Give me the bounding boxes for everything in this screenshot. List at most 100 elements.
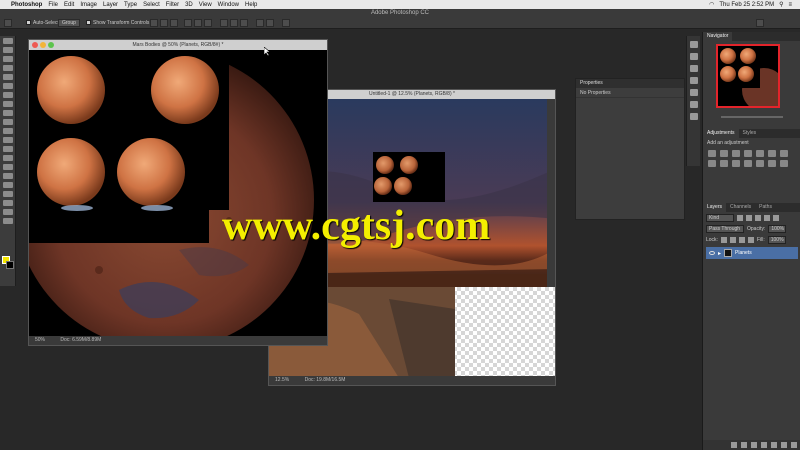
tab-paths[interactable]: Paths	[755, 203, 776, 212]
minimize-window-icon[interactable]	[40, 42, 46, 48]
menu-help[interactable]: Help	[245, 2, 257, 8]
auto-select-checkbox[interactable]	[26, 20, 31, 25]
auto-align-icon[interactable]	[282, 19, 290, 27]
history-brush-tool[interactable]	[3, 119, 13, 125]
navigator-view-box[interactable]	[716, 44, 780, 108]
add-mask-icon[interactable]	[751, 442, 757, 448]
link-layers-icon[interactable]	[731, 442, 737, 448]
workspace-icon[interactable]	[756, 19, 764, 27]
lock-image-icon[interactable]	[729, 237, 736, 243]
rectangle-tool[interactable]	[3, 191, 13, 197]
lock-transparent-icon[interactable]	[720, 237, 727, 243]
history-panel-icon[interactable]	[690, 41, 698, 48]
doc1-titlebar[interactable]: Mars Bodies @ 50% (Planets, RGB/8#) *	[29, 40, 327, 50]
menu-type[interactable]: Type	[124, 2, 137, 8]
brush-panel-icon[interactable]	[690, 77, 698, 84]
actions-panel-icon[interactable]	[690, 53, 698, 60]
trash-icon[interactable]	[791, 442, 797, 448]
edit-toolbar-tool[interactable]	[3, 218, 13, 224]
lasso-tool[interactable]	[3, 56, 13, 62]
pen-tool[interactable]	[3, 164, 13, 170]
menu-image[interactable]: Image	[80, 2, 97, 8]
align-middle-icon[interactable]	[160, 19, 168, 27]
align-top-icon[interactable]	[150, 19, 158, 27]
distribute-center-icon[interactable]	[266, 19, 274, 27]
doc2-zoom-level[interactable]: 12.5%	[275, 377, 289, 383]
marquee-tool[interactable]	[3, 47, 13, 53]
layer-row-planets[interactable]: ▸ Planets	[706, 247, 798, 259]
eraser-tool[interactable]	[3, 128, 13, 134]
doc1-canvas[interactable]	[29, 50, 327, 337]
menu-filter[interactable]: Filter	[166, 2, 179, 8]
eyedropper-tool[interactable]	[3, 83, 13, 89]
filter-pixel-icon[interactable]	[737, 215, 743, 221]
align-right-icon[interactable]	[204, 19, 212, 27]
menu-view[interactable]: View	[199, 2, 212, 8]
menu-3d[interactable]: 3D	[185, 2, 193, 8]
tab-adjustments[interactable]: Adjustments	[703, 129, 739, 138]
hand-tool[interactable]	[3, 200, 13, 206]
align-center-icon[interactable]	[194, 19, 202, 27]
levels-icon[interactable]	[720, 150, 728, 157]
move-tool-icon[interactable]	[4, 19, 12, 27]
color-lookup-icon[interactable]	[744, 160, 752, 167]
menu-app-name[interactable]: Photoshop	[11, 2, 42, 8]
clone-stamp-tool[interactable]	[3, 110, 13, 116]
channel-mixer-icon[interactable]	[732, 160, 740, 167]
tab-navigator[interactable]: Navigator	[703, 32, 733, 41]
distribute-bottom-icon[interactable]	[240, 19, 248, 27]
path-selection-tool[interactable]	[3, 182, 13, 188]
filter-adjustment-icon[interactable]	[746, 215, 752, 221]
threshold-icon[interactable]	[780, 160, 788, 167]
menu-edit[interactable]: Edit	[64, 2, 74, 8]
menu-window[interactable]: Window	[218, 2, 239, 8]
new-group-icon[interactable]	[771, 442, 777, 448]
healing-brush-tool[interactable]	[3, 92, 13, 98]
distribute-middle-icon[interactable]	[230, 19, 238, 27]
navigator-zoom-slider[interactable]	[709, 114, 795, 120]
layer-name[interactable]: Planets	[735, 250, 752, 256]
list-icon[interactable]: ≡	[788, 2, 792, 8]
posterize-icon[interactable]	[768, 160, 776, 167]
vibrance-icon[interactable]	[756, 150, 764, 157]
tab-layers[interactable]: Layers	[703, 203, 727, 212]
transform-controls-checkbox[interactable]	[86, 20, 91, 25]
menu-file[interactable]: File	[48, 2, 58, 8]
zoom-tool[interactable]	[3, 209, 13, 215]
doc1-zoom-level[interactable]: 50%	[35, 337, 45, 343]
align-bottom-icon[interactable]	[170, 19, 178, 27]
wifi-icon[interactable]: ◠	[709, 1, 714, 8]
filter-type-icon[interactable]	[755, 215, 761, 221]
type-tool[interactable]	[3, 173, 13, 179]
layer-filter-kind-dropdown[interactable]: Kind	[706, 214, 734, 222]
filter-smart-object-icon[interactable]	[773, 215, 779, 221]
hue-saturation-icon[interactable]	[768, 150, 776, 157]
layer-style-icon[interactable]	[741, 442, 747, 448]
doc2-doc-info[interactable]: Doc: 19.8M/16.5M	[305, 377, 346, 383]
menu-select[interactable]: Select	[143, 2, 160, 8]
exposure-icon[interactable]	[744, 150, 752, 157]
blend-mode-dropdown[interactable]: Pass Through	[706, 225, 744, 233]
doc1-doc-info[interactable]: Doc: 6.59M/8.89M	[60, 337, 101, 343]
auto-select-dropdown[interactable]: Group	[58, 19, 80, 27]
document-window-mars-bodies[interactable]: Mars Bodies @ 50% (Planets, RGB/8#) * 50…	[28, 39, 328, 346]
character-panel-icon[interactable]	[690, 101, 698, 108]
quick-select-tool[interactable]	[3, 65, 13, 71]
clone-source-panel-icon[interactable]	[690, 89, 698, 96]
align-left-icon[interactable]	[184, 19, 192, 27]
distribute-left-icon[interactable]	[256, 19, 264, 27]
info-panel-icon[interactable]	[690, 65, 698, 72]
filter-shape-icon[interactable]	[764, 215, 770, 221]
opacity-field[interactable]: 100%	[768, 225, 787, 233]
clock[interactable]: Thu Feb 25 2:52 PM	[719, 2, 774, 8]
properties-tab[interactable]: Properties	[576, 79, 684, 88]
brightness-contrast-icon[interactable]	[708, 150, 716, 157]
zoom-window-icon[interactable]	[48, 42, 54, 48]
move-tool[interactable]	[3, 38, 13, 44]
dodge-tool[interactable]	[3, 155, 13, 161]
gradient-tool[interactable]	[3, 137, 13, 143]
color-balance-icon[interactable]	[780, 150, 788, 157]
menu-layer[interactable]: Layer	[103, 2, 118, 8]
search-icon[interactable]: ⚲	[779, 1, 783, 8]
fill-field[interactable]: 100%	[767, 236, 786, 244]
